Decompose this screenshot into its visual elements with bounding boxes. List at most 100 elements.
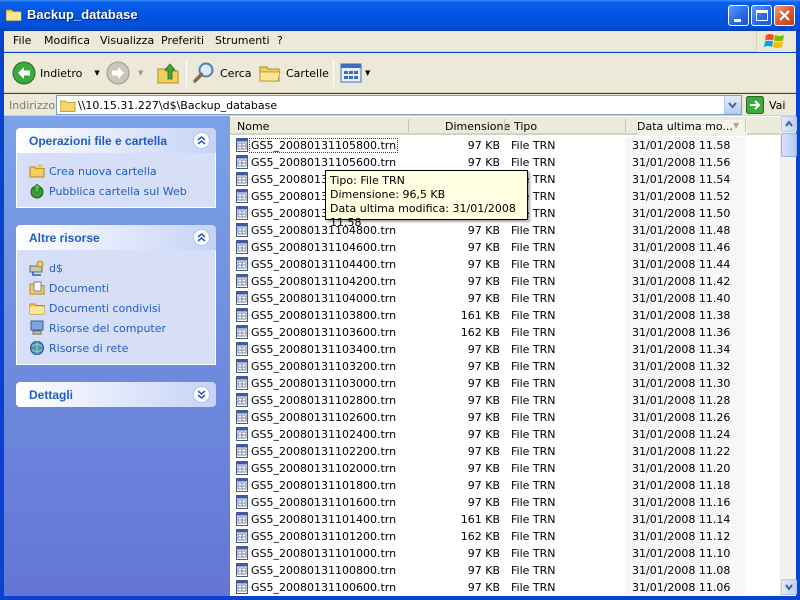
file-type: File TRN [511, 360, 556, 373]
network-drive-icon [29, 260, 44, 276]
file-row[interactable]: GS5_20080131100600.trn 97 KB File TRN 31/01… [230, 579, 780, 596]
file-row[interactable]: GS5_20080131102600.trn 97 KB File TRN 31/01… [230, 409, 780, 426]
file-size: 97 KB [467, 428, 500, 441]
close-button[interactable] [774, 5, 795, 26]
windows-flag-icon [764, 34, 784, 48]
minimize-button[interactable] [728, 5, 749, 26]
forward-button[interactable]: ▼ [106, 57, 143, 89]
address-input[interactable]: \\10.15.31.227\d$\Backup_database [56, 95, 742, 115]
place-documents[interactable]: Documenti [29, 278, 215, 298]
chevron-down-icon [728, 102, 737, 109]
explorer-window: Backup_database File Modifica Visualizza… [0, 0, 800, 600]
file-size: 97 KB [467, 411, 500, 424]
file-name: GS5_20080131105800.trn [248, 138, 399, 153]
place-shared-documents[interactable]: Documenti condivisi [29, 298, 215, 318]
scroll-thumb[interactable] [781, 133, 797, 157]
file-name: GS5_20080131101600.trn [251, 496, 397, 509]
column-header-type[interactable]: Tipo [514, 120, 537, 133]
file-row[interactable]: GS5_20080131102200.trn 97 KB File TRN 31/01… [230, 443, 780, 460]
windows-logo [756, 31, 792, 52]
go-button[interactable]: Vai [746, 96, 785, 114]
search-button[interactable]: Cerca [192, 57, 252, 89]
file-name: GS5_20080131105600.trn [251, 156, 397, 169]
address-dropdown-button[interactable] [724, 96, 741, 114]
file-row[interactable]: GS5_20080131103800.trn 161 KB File TRN 31/0… [230, 307, 780, 324]
file-tasks-header[interactable]: Operazioni file e cartella [16, 128, 216, 153]
file-row[interactable]: GS5_20080131103200.trn 97 KB File TRN 31/01… [230, 358, 780, 375]
menu-visualizza[interactable]: Visualizza [100, 34, 154, 47]
file-row[interactable]: GS5_20080131102400.trn 97 KB File TRN 31/01… [230, 426, 780, 443]
column-divider[interactable] [745, 119, 746, 132]
file-row[interactable]: GS5_20080131101600.trn 97 KB File TRN 31/01… [230, 494, 780, 511]
place-network[interactable]: Risorse di rete [29, 338, 215, 358]
file-icon [236, 223, 248, 237]
file-row[interactable]: GS5_20080131101200.trn 162 KB File TRN 31/0… [230, 528, 780, 545]
title-bar[interactable]: Backup_database [0, 0, 800, 31]
expand-chevron-icon[interactable] [193, 386, 210, 403]
forward-arrow-icon [106, 61, 130, 85]
file-row[interactable]: GS5_20080131101000.trn 97 KB File TRN 31/01… [230, 545, 780, 562]
file-row[interactable]: GS5_20080131101800.trn 97 KB File TRN 31/01… [230, 477, 780, 494]
file-name: GS5_20080131100600.trn [251, 581, 397, 594]
place-label: d$ [49, 261, 63, 275]
file-row[interactable]: GS5_20080131104000.trn 97 KB File TRN 31/01… [230, 290, 780, 307]
file-row[interactable]: GS5_20080131104200.trn 97 KB File TRN 31/01… [230, 273, 780, 290]
task-new-folder[interactable]: Crea nuova cartella [29, 161, 215, 181]
file-type: File TRN [511, 581, 556, 594]
chevron-down-icon [785, 584, 793, 591]
scroll-down-button[interactable] [781, 579, 797, 595]
menu-strumenti[interactable]: Strumenti [215, 34, 270, 47]
menu-help[interactable]: ? [277, 34, 283, 47]
menu-modifica[interactable]: Modifica [44, 34, 90, 47]
column-divider[interactable] [408, 119, 409, 132]
menu-file[interactable]: File [13, 34, 31, 47]
file-type: File TRN [511, 241, 556, 254]
file-row[interactable]: GS5_20080131104400.trn 97 KB File TRN 31/01… [230, 256, 780, 273]
file-row[interactable]: GS5_20080131102000.trn 97 KB File TRN 31/01… [230, 460, 780, 477]
file-date: 31/01/2008 11.50 [632, 207, 731, 220]
column-divider[interactable] [625, 119, 626, 132]
file-row[interactable]: GS5_20080131103000.trn 97 KB File TRN 31/01… [230, 375, 780, 392]
collapse-chevron-icon[interactable] [193, 132, 210, 149]
place-d-share[interactable]: d$ [29, 258, 215, 278]
back-button[interactable]: Indietro ▼ [12, 57, 100, 89]
views-dropdown-icon[interactable]: ▼ [365, 69, 370, 77]
file-row[interactable]: GS5_20080131105800.trn 97 KB File TRN 31/01… [230, 137, 780, 154]
file-row[interactable]: GS5_20080131101400.trn 161 KB File TRN 31/0… [230, 511, 780, 528]
column-header-date[interactable]: Data ultima mo... [637, 120, 747, 136]
file-row[interactable]: GS5_20080131103400.trn 97 KB File TRN 31/01… [230, 341, 780, 358]
column-header-name[interactable]: Nome [237, 120, 269, 133]
file-icon [236, 308, 248, 322]
vertical-scrollbar[interactable] [780, 116, 797, 596]
scroll-up-button[interactable] [781, 116, 797, 132]
file-date: 31/01/2008 11.42 [632, 275, 731, 288]
task-publish-web[interactable]: Pubblica cartella sul Web [29, 181, 215, 201]
file-type: File TRN [511, 445, 556, 458]
file-name: GS5_20080131102400.trn [251, 428, 397, 441]
views-button[interactable]: ▼ [340, 57, 370, 89]
back-label: Indietro [40, 66, 83, 80]
details-header[interactable]: Dettagli [16, 382, 216, 407]
file-size: 97 KB [467, 275, 500, 288]
column-divider[interactable] [504, 119, 505, 132]
file-row[interactable]: GS5_20080131103600.trn 162 KB File TRN 31/0… [230, 324, 780, 341]
file-info-tooltip: Tipo: File TRN Dimensione: 96,5 KB Data … [325, 170, 528, 229]
place-my-computer[interactable]: Risorse del computer [29, 318, 215, 338]
back-dropdown-icon[interactable]: ▼ [94, 69, 99, 77]
tooltip-date: Data ultima modifica: 31/01/2008 11.58 [330, 202, 516, 229]
collapse-chevron-icon[interactable] [193, 229, 210, 246]
other-places-header[interactable]: Altre risorse [16, 225, 216, 250]
file-row[interactable]: GS5_20080131102800.trn 97 KB File TRN 31/01… [230, 392, 780, 409]
file-icon [236, 138, 248, 152]
column-header-size[interactable]: Dimensione [445, 120, 510, 133]
folders-button[interactable]: Cartelle [258, 57, 329, 89]
file-icon [236, 155, 248, 169]
file-row[interactable]: GS5_20080131100800.trn 97 KB File TRN 31/01… [230, 562, 780, 579]
file-row[interactable]: GS5_20080131105600.trn 97 KB File TRN 31/01… [230, 154, 780, 171]
double-chevron-up-icon [197, 233, 206, 242]
up-folder-button[interactable] [156, 57, 180, 89]
file-date: 31/01/2008 11.24 [632, 428, 731, 441]
menu-preferiti[interactable]: Preferiti [161, 34, 204, 47]
maximize-button[interactable] [751, 5, 772, 26]
file-row[interactable]: GS5_20080131104600.trn 97 KB File TRN 31/01… [230, 239, 780, 256]
